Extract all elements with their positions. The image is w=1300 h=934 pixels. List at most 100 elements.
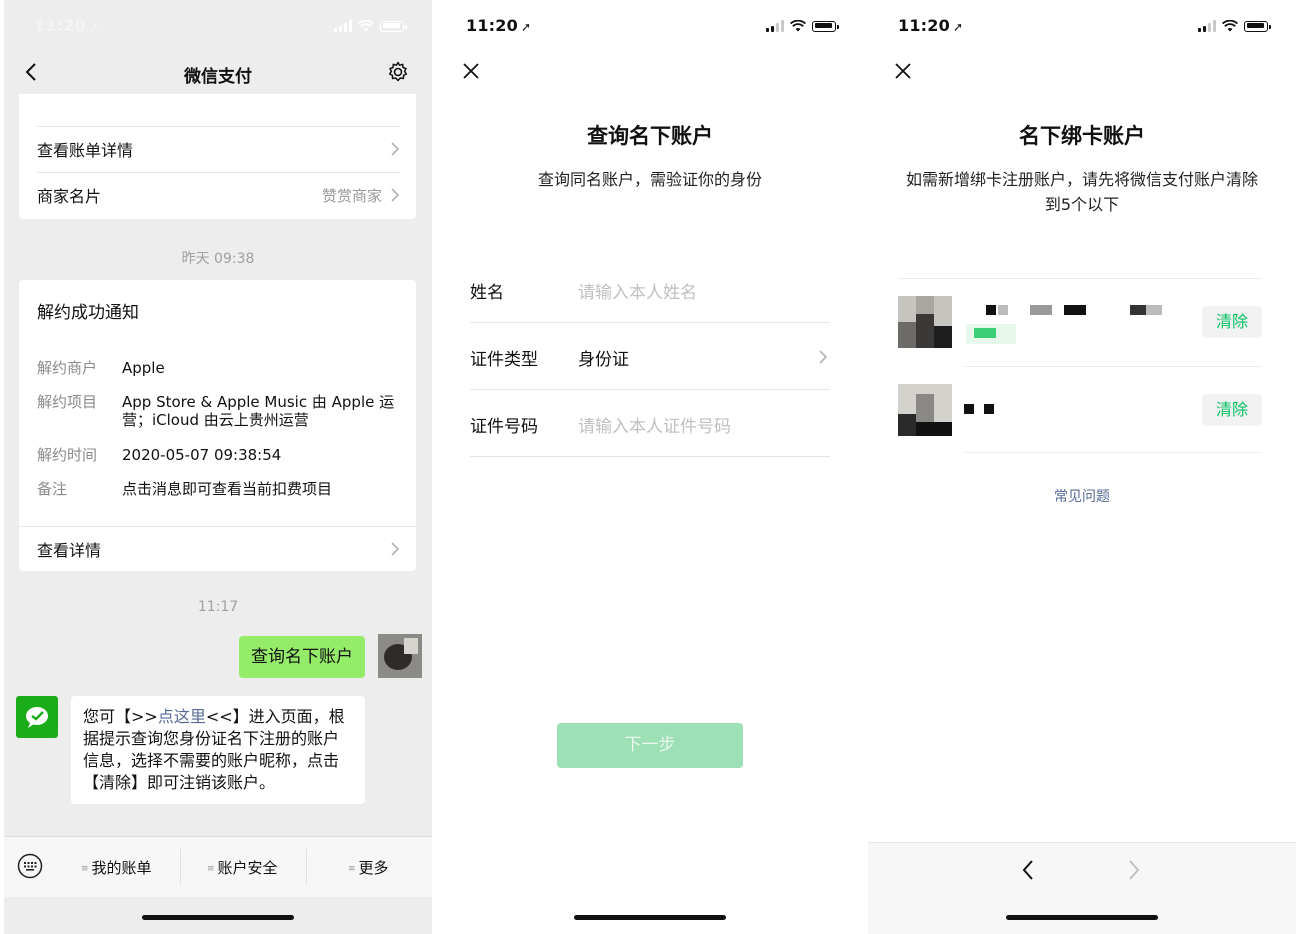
browser-back-icon[interactable] xyxy=(1020,859,1036,881)
close-icon[interactable] xyxy=(894,62,912,80)
nickname-mosaic xyxy=(1130,305,1146,315)
page-title: 微信支付 xyxy=(184,67,252,87)
query-accounts-screen: 11:20 ➚ 查询名下账户 查询同名账户，需验证你的身份 姓名 请输入本人姓名 … xyxy=(436,0,864,934)
next-button[interactable]: 下一步 xyxy=(557,723,743,768)
bill-card: 查看账单详情 商家名片 赞赏商家 xyxy=(19,94,416,219)
submenu-icon: ≡ xyxy=(348,864,356,874)
id-type-select[interactable]: 身份证 xyxy=(578,345,629,370)
signal-icon xyxy=(1198,20,1216,32)
user-avatar[interactable] xyxy=(378,634,422,678)
name-field-row: 姓名 请输入本人姓名 xyxy=(470,256,830,323)
status-icons xyxy=(334,18,407,34)
view-detail-label: 查看详情 xyxy=(37,541,102,560)
status-bar: 11:20 ➚ xyxy=(868,0,1296,54)
close-icon[interactable] xyxy=(462,62,480,80)
field-key: 解约项目 xyxy=(37,393,98,411)
status-time: 11:20 ➚ xyxy=(34,16,100,35)
nickname-mosaic xyxy=(1064,305,1086,315)
settings-icon[interactable] xyxy=(386,60,410,84)
chat-timestamp: 11:17 xyxy=(197,599,239,615)
page-subtitle: 如需新增绑卡注册账户，请先将微信支付账户清除到5个以下 xyxy=(905,170,1258,214)
wifi-icon xyxy=(1222,20,1238,32)
menu-my-bills[interactable]: ≡ 我的账单 xyxy=(81,857,152,878)
id-type-label: 证件类型 xyxy=(470,350,538,370)
page-subtitle: 查询同名账户，需验证你的身份 xyxy=(537,170,762,189)
signal-icon xyxy=(334,20,352,32)
menu-more[interactable]: ≡ 更多 xyxy=(348,857,389,878)
termination-notice-card[interactable]: 解约成功通知 解约商户 Apple 解约项目 App Store & Apple… xyxy=(19,280,416,571)
name-input[interactable]: 请输入本人姓名 xyxy=(578,278,697,303)
home-indicator xyxy=(1006,915,1158,920)
clear-account-button[interactable]: 清除 xyxy=(1202,394,1262,426)
clear-account-button[interactable]: 清除 xyxy=(1202,306,1262,338)
notice-field-project: 解约项目 App Store & Apple Music 由 Apple 运营；… xyxy=(37,393,402,429)
faq-link[interactable]: 常见问题 xyxy=(868,486,1296,506)
id-type-row[interactable]: 证件类型 身份证 xyxy=(470,323,830,390)
browser-toolbar xyxy=(868,842,1296,934)
nickname-mosaic xyxy=(1030,305,1052,315)
nav-bar xyxy=(868,54,1296,92)
id-number-input[interactable]: 请输入本人证件号码 xyxy=(578,412,731,437)
page-title: 名下绑卡账户 xyxy=(1019,124,1145,148)
account-avatar xyxy=(898,384,952,436)
location-icon: ➚ xyxy=(952,20,964,34)
status-bar: 11:20 ➚ xyxy=(436,0,864,54)
status-icons xyxy=(766,18,839,34)
click-here-link[interactable]: 点这里 xyxy=(158,707,206,726)
menu-divider xyxy=(306,849,307,885)
merchant-card-value: 赞赏商家 xyxy=(321,186,382,205)
nav-bar: 微信支付 xyxy=(4,54,432,92)
battery-icon xyxy=(380,20,407,32)
menu-divider xyxy=(180,849,181,885)
user-message-bubble[interactable]: 查询名下账户 xyxy=(239,636,365,678)
reply-text-before: 您可【>> xyxy=(83,707,158,726)
chevron-right-icon xyxy=(391,542,400,556)
home-indicator xyxy=(142,915,294,920)
account-item: 清除 xyxy=(898,366,1262,452)
bill-detail-row[interactable]: 查看账单详情 xyxy=(37,127,400,171)
wechat-pay-avatar[interactable] xyxy=(16,696,58,738)
account-item: 清除 xyxy=(898,278,1262,364)
service-menu-bar: ≡ 我的账单 ≡ 账户安全 ≡ 更多 xyxy=(4,836,432,897)
menu-label: 账户安全 xyxy=(217,859,278,877)
bound-accounts-screen: 11:20 ➚ 名下绑卡账户 如需新增绑卡注册账户，请先将微信支付账户清除到5个以… xyxy=(868,0,1296,934)
battery-icon xyxy=(1244,20,1271,32)
browser-forward-icon[interactable] xyxy=(1126,859,1142,881)
status-time: 11:20 ➚ xyxy=(898,16,964,35)
id-number-label: 证件号码 xyxy=(470,417,538,437)
chevron-right-icon xyxy=(391,188,400,202)
field-value: 点击消息即可查看当前扣费项目 xyxy=(122,480,333,498)
bot-reply-bubble[interactable]: 您可【>>点这里<<】进入页面，根据提示查询您身份证名下注册的账户信息，选择不需… xyxy=(71,696,365,804)
account-avatar xyxy=(898,296,952,348)
keyboard-icon[interactable] xyxy=(17,853,43,879)
location-icon: ➚ xyxy=(88,20,100,34)
notice-title: 解约成功通知 xyxy=(37,303,139,323)
menu-label: 更多 xyxy=(358,859,389,877)
wifi-icon xyxy=(790,20,806,32)
wechat-pay-chat-screen: 11:20 ➚ 微信支付 查看账单详情 商家名片 赞赏商家 昨天 09:38 解约 xyxy=(4,0,432,934)
status-icons xyxy=(1198,18,1271,34)
status-time: 11:20 ➚ xyxy=(466,16,532,35)
battery-icon xyxy=(812,20,839,32)
signal-icon xyxy=(766,20,784,32)
field-value: App Store & Apple Music 由 Apple 运营；iClou… xyxy=(122,393,395,429)
nickname-mosaic xyxy=(964,404,974,414)
chevron-right-icon xyxy=(819,350,828,364)
page-title: 查询名下账户 xyxy=(587,124,713,148)
account-tag-mosaic xyxy=(974,328,996,338)
id-number-row: 证件号码 请输入本人证件号码 xyxy=(470,390,830,457)
merchant-card-row[interactable]: 商家名片 赞赏商家 xyxy=(37,173,400,217)
notice-field-merchant: 解约商户 Apple xyxy=(37,359,402,377)
location-icon: ➚ xyxy=(520,20,532,34)
view-detail-row[interactable]: 查看详情 xyxy=(37,527,400,571)
bill-detail-label: 查看账单详情 xyxy=(37,141,134,160)
merchant-card-label: 商家名片 xyxy=(37,187,102,206)
status-bar: 11:20 ➚ xyxy=(4,0,432,54)
nickname-mosaic xyxy=(1146,305,1162,315)
menu-account-security[interactable]: ≡ 账户安全 xyxy=(207,857,278,878)
home-indicator xyxy=(574,915,726,920)
chevron-right-icon xyxy=(391,142,400,156)
menu-label: 我的账单 xyxy=(91,859,152,877)
submenu-icon: ≡ xyxy=(81,864,89,874)
nickname-mosaic xyxy=(986,305,996,315)
